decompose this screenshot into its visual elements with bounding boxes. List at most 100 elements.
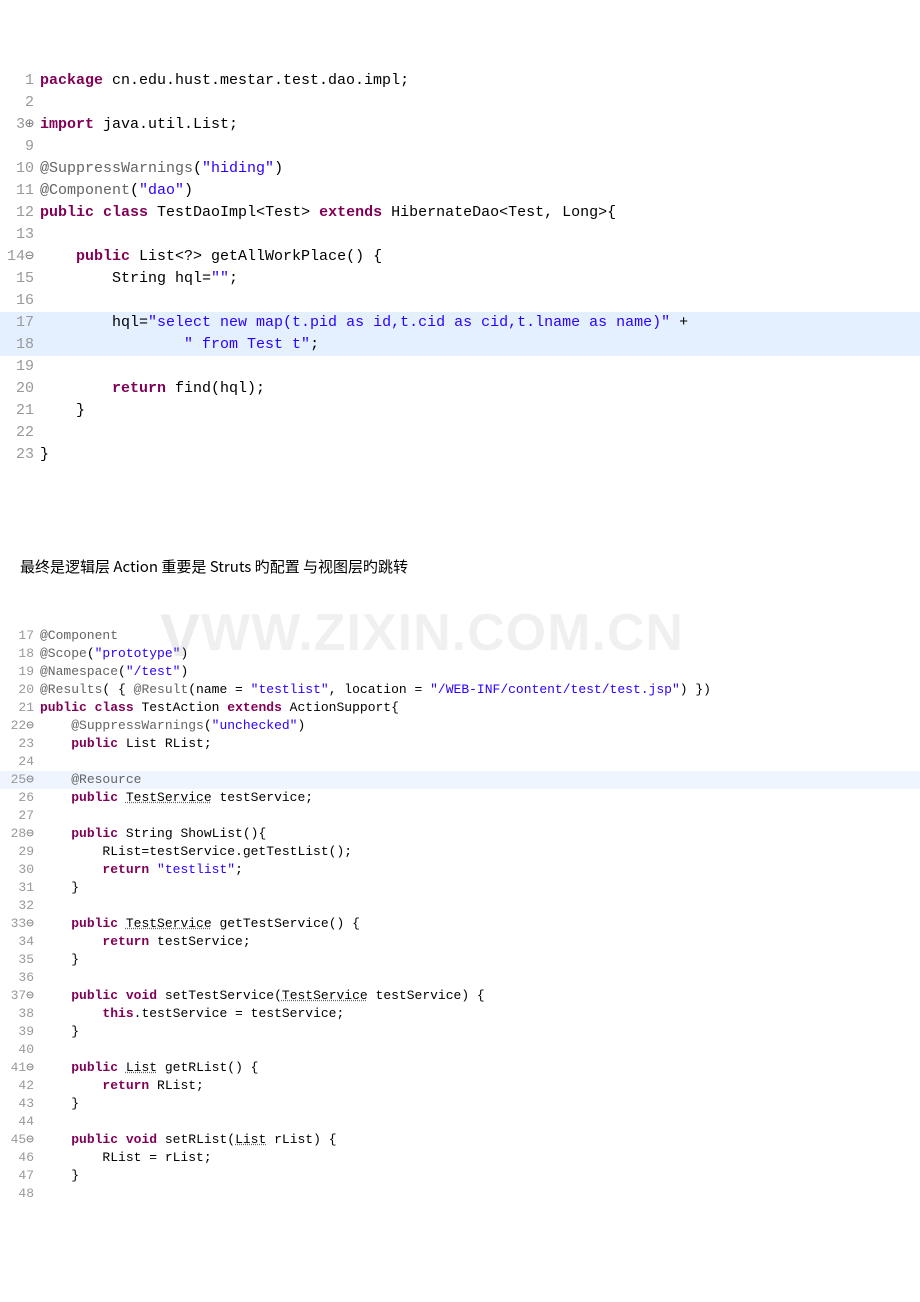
code-line[interactable]: 22⊖ @SuppressWarnings("unchecked") <box>0 717 920 735</box>
code-line[interactable]: 20 return find(hql); <box>0 378 920 400</box>
line-number: 26 <box>0 789 40 807</box>
code-content: RList = rList; <box>40 1149 920 1167</box>
code-content: public class TestDaoImpl<Test> extends H… <box>40 202 920 224</box>
code-line[interactable]: 30 return "testlist"; <box>0 861 920 879</box>
code-line[interactable]: 27 <box>0 807 920 825</box>
line-number: 46 <box>0 1149 40 1167</box>
line-number: 47 <box>0 1167 40 1185</box>
code-line[interactable]: 12public class TestDaoImpl<Test> extends… <box>0 202 920 224</box>
code-line[interactable]: 17 hql="select new map(t.pid as id,t.cid… <box>0 312 920 334</box>
code-line[interactable]: 9 <box>0 136 920 158</box>
code-line[interactable]: 35 } <box>0 951 920 969</box>
line-number: 17 <box>0 312 40 334</box>
code-line[interactable]: 24 <box>0 753 920 771</box>
code-line[interactable]: 36 <box>0 969 920 987</box>
code-content: public void setTestService(TestService t… <box>40 987 920 1005</box>
line-number: 27 <box>0 807 40 825</box>
code-line[interactable]: 43 } <box>0 1095 920 1113</box>
code-content: @Component <box>40 627 920 645</box>
code-content: @Results( { @Result(name = "testlist", l… <box>40 681 920 699</box>
code-line[interactable]: 10@SuppressWarnings("hiding") <box>0 158 920 180</box>
code-line[interactable]: 42 return RList; <box>0 1077 920 1095</box>
line-number: 9 <box>0 136 40 158</box>
code-line[interactable]: 31 } <box>0 879 920 897</box>
code-line[interactable]: 20@Results( { @Result(name = "testlist",… <box>0 681 920 699</box>
code-content: package cn.edu.hust.mestar.test.dao.impl… <box>40 70 920 92</box>
code-content: @Resource <box>40 771 920 789</box>
line-number: 22⊖ <box>0 717 40 735</box>
code-content: } <box>40 1023 920 1041</box>
code-line[interactable]: 18@Scope("prototype") <box>0 645 920 663</box>
code-line[interactable]: 29 RList=testService.getTestList(); <box>0 843 920 861</box>
code-line[interactable]: 46 RList = rList; <box>0 1149 920 1167</box>
line-number: 35 <box>0 951 40 969</box>
line-number: 16 <box>0 290 40 312</box>
code-line[interactable]: 38 this.testService = testService; <box>0 1005 920 1023</box>
line-number: 34 <box>0 933 40 951</box>
line-number: 10 <box>0 158 40 180</box>
code-content: } <box>40 951 920 969</box>
code-line[interactable]: 23} <box>0 444 920 466</box>
code-line[interactable]: 22 <box>0 422 920 444</box>
code-line[interactable]: 32 <box>0 897 920 915</box>
code-line[interactable]: 45⊖ public void setRList(List rList) { <box>0 1131 920 1149</box>
code-line[interactable]: 21 } <box>0 400 920 422</box>
line-number: 43 <box>0 1095 40 1113</box>
code-line[interactable]: 41⊖ public List getRList() { <box>0 1059 920 1077</box>
line-number: 33⊖ <box>0 915 40 933</box>
code-content: public class TestAction extends ActionSu… <box>40 699 920 717</box>
line-number: 23 <box>0 735 40 753</box>
code-line[interactable]: 14⊖ public List<?> getAllWorkPlace() { <box>0 246 920 268</box>
line-number: 42 <box>0 1077 40 1095</box>
line-number: 12 <box>0 202 40 224</box>
code-line[interactable]: 47 } <box>0 1167 920 1185</box>
line-number: 20 <box>0 378 40 400</box>
code-editor-action[interactable]: VWW.ZIXIN.COM.CN 17@Component18@Scope("p… <box>0 627 920 1203</box>
code-line[interactable]: 44 <box>0 1113 920 1131</box>
code-line[interactable]: 19@Namespace("/test") <box>0 663 920 681</box>
code-line[interactable]: 39 } <box>0 1023 920 1041</box>
code-editor-dao[interactable]: 1package cn.edu.hust.mestar.test.dao.imp… <box>0 70 920 506</box>
code-line[interactable]: 48 <box>0 1185 920 1203</box>
code-line[interactable]: 23 public List RList; <box>0 735 920 753</box>
line-number: 25⊖ <box>0 771 40 789</box>
code-line[interactable]: 11@Component("dao") <box>0 180 920 202</box>
code-line[interactable]: 17@Component <box>0 627 920 645</box>
code-content: public void setRList(List rList) { <box>40 1131 920 1149</box>
code-line[interactable]: 15 String hql=""; <box>0 268 920 290</box>
code-content: @Scope("prototype") <box>40 645 920 663</box>
code-line[interactable]: 13 <box>0 224 920 246</box>
code-line[interactable]: 21public class TestAction extends Action… <box>0 699 920 717</box>
line-number: 19 <box>0 663 40 681</box>
code-content: @Component("dao") <box>40 180 920 202</box>
code-line[interactable]: 2 <box>0 92 920 114</box>
line-number: 1 <box>0 70 40 92</box>
line-number: 24 <box>0 753 40 771</box>
code-line[interactable]: 16 <box>0 290 920 312</box>
code-line[interactable]: 1package cn.edu.hust.mestar.test.dao.imp… <box>0 70 920 92</box>
code-line[interactable]: 34 return testService; <box>0 933 920 951</box>
line-number: 31 <box>0 879 40 897</box>
code-line[interactable]: 18 " from Test t"; <box>0 334 920 356</box>
line-number: 22 <box>0 422 40 444</box>
code-line[interactable]: 28⊖ public String ShowList(){ <box>0 825 920 843</box>
code-line[interactable]: 33⊖ public TestService getTestService() … <box>0 915 920 933</box>
code-line[interactable]: 40 <box>0 1041 920 1059</box>
code-content: return "testlist"; <box>40 861 920 879</box>
code-line[interactable]: 19 <box>0 356 920 378</box>
code-line[interactable]: 26 public TestService testService; <box>0 789 920 807</box>
code-line[interactable]: 25⊖ @Resource <box>0 771 920 789</box>
line-number: 2 <box>0 92 40 114</box>
code-content: @SuppressWarnings("unchecked") <box>40 717 920 735</box>
line-number: 38 <box>0 1005 40 1023</box>
line-number: 40 <box>0 1041 40 1059</box>
code-line[interactable]: 3⊕import java.util.List; <box>0 114 920 136</box>
line-number: 19 <box>0 356 40 378</box>
code-line[interactable]: 37⊖ public void setTestService(TestServi… <box>0 987 920 1005</box>
code-content: import java.util.List; <box>40 114 920 136</box>
line-number: 48 <box>0 1185 40 1203</box>
code-content: String hql=""; <box>40 268 920 290</box>
code-content: hql="select new map(t.pid as id,t.cid as… <box>40 312 920 334</box>
code-content: public TestService testService; <box>40 789 920 807</box>
line-number: 29 <box>0 843 40 861</box>
